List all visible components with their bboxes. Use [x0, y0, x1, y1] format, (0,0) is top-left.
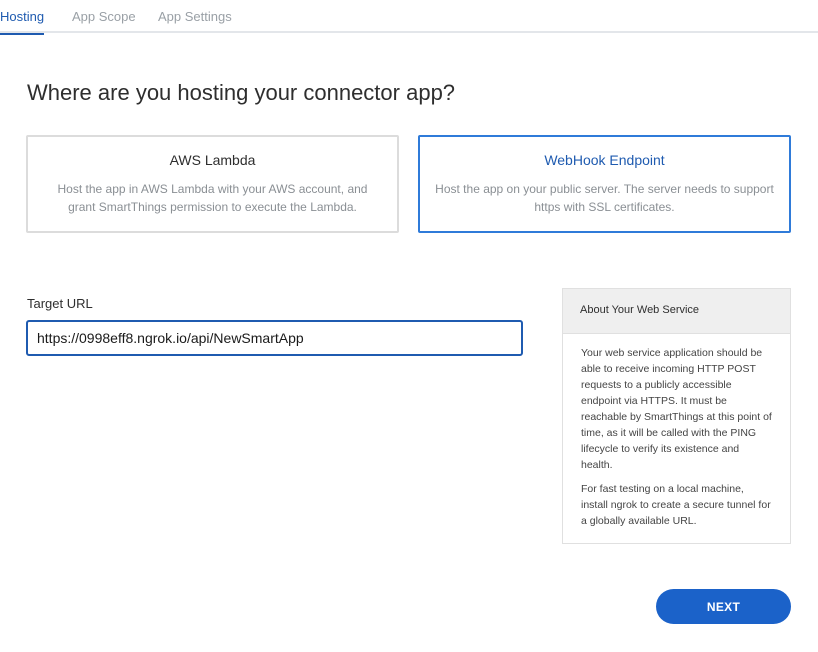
info-panel-title: About Your Web Service — [563, 289, 790, 334]
target-url-input[interactable] — [26, 320, 523, 356]
option-description: Host the app in AWS Lambda with your AWS… — [57, 182, 368, 214]
info-paragraph: Your web service application should be a… — [581, 347, 772, 471]
tab-bar: Hosting App Scope App Settings — [0, 0, 818, 35]
tab-app-scope[interactable]: App Scope — [72, 0, 136, 33]
option-title: AWS Lambda — [169, 152, 256, 168]
next-button[interactable]: NEXT — [656, 589, 791, 624]
page-title: Where are you hosting your connector app… — [27, 80, 456, 105]
info-paragraph: For fast testing on a local machine, ins… — [581, 483, 771, 527]
option-webhook-endpoint[interactable]: WebHook Endpoint Host the app on your pu… — [418, 135, 791, 233]
tab-hosting[interactable]: Hosting — [0, 0, 45, 35]
info-panel-body: Your web service application should be a… — [563, 334, 790, 529]
target-url-label: Target URL — [27, 296, 93, 311]
option-aws-lambda[interactable]: AWS Lambda Host the app in AWS Lambda wi… — [26, 135, 399, 233]
tab-app-settings[interactable]: App Settings — [158, 0, 232, 33]
option-description: Host the app on your public server. The … — [435, 182, 774, 214]
option-title: WebHook Endpoint — [544, 152, 665, 168]
hosting-page: Hosting App Scope App Settings Where are… — [0, 0, 818, 652]
info-panel: About Your Web Service Your web service … — [562, 288, 791, 544]
